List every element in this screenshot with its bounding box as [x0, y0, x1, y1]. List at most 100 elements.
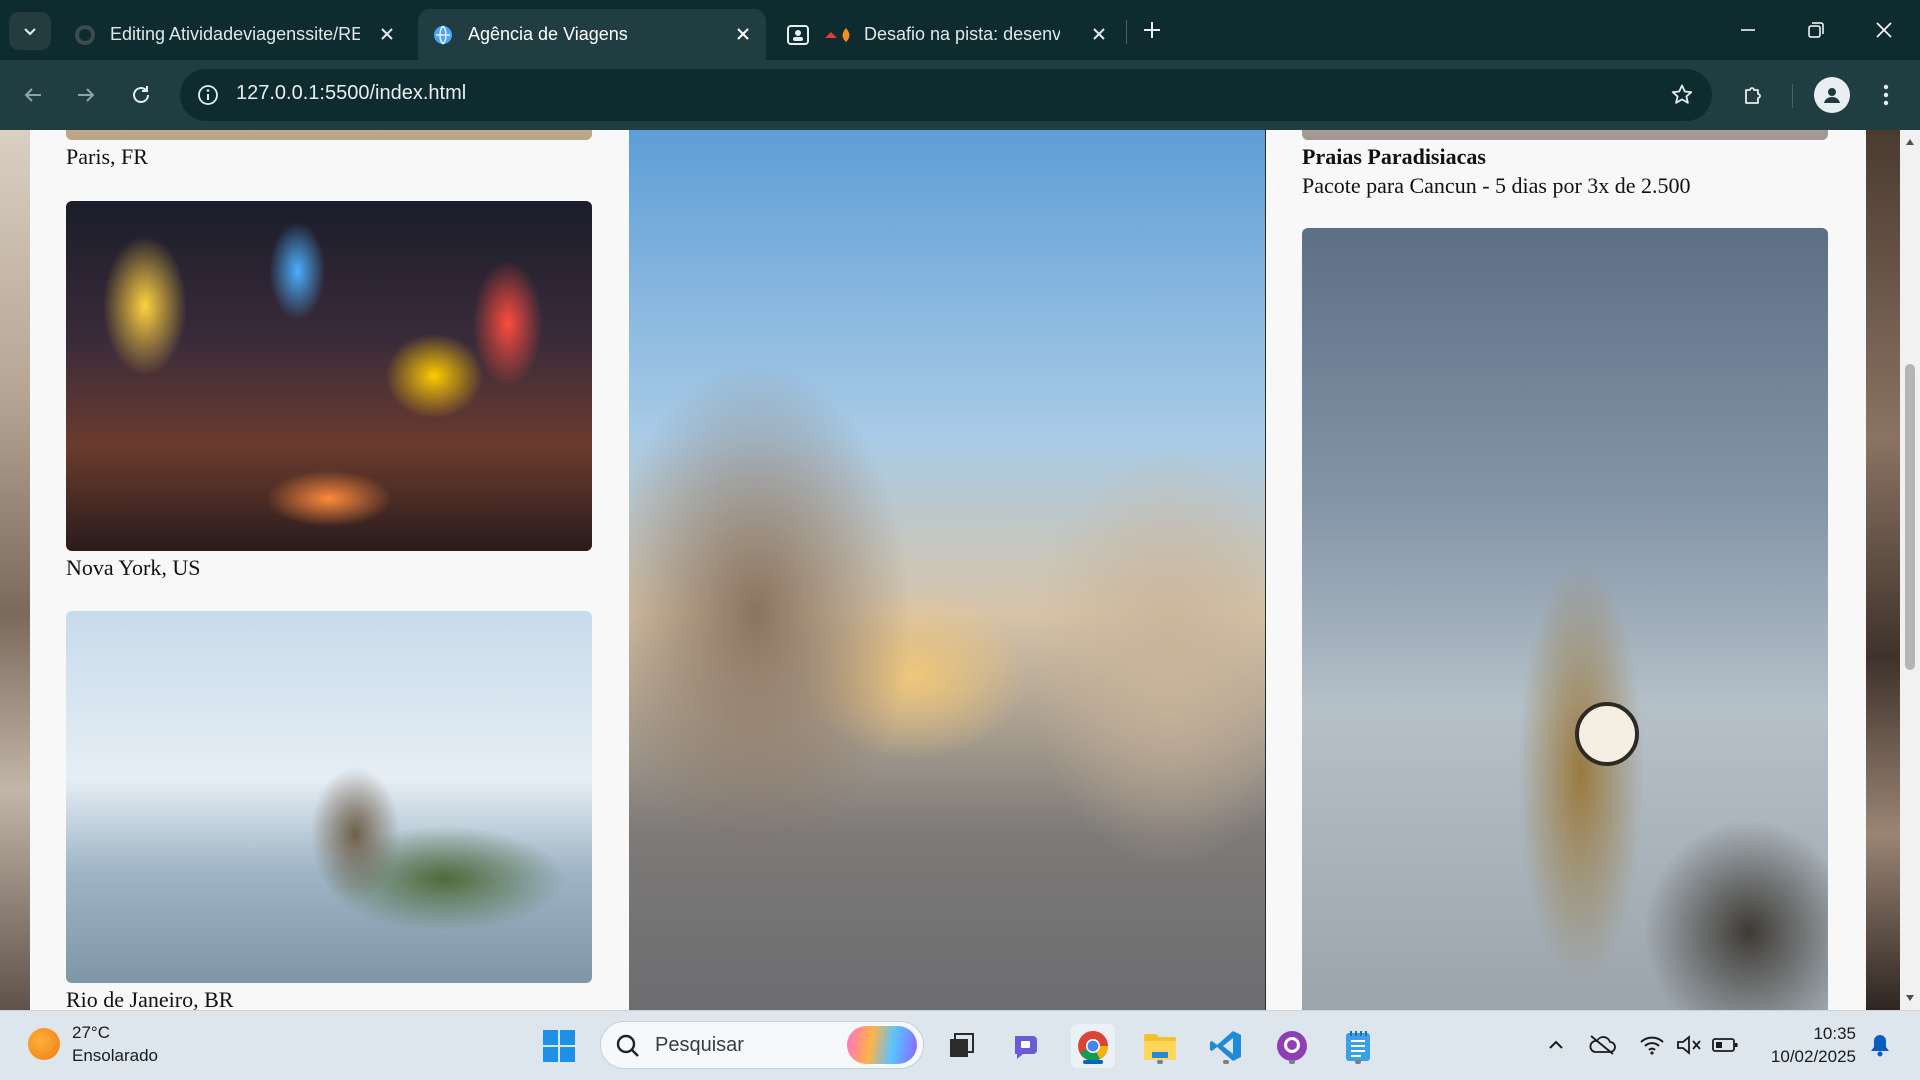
scroll-up-arrow-icon[interactable] — [1904, 136, 1916, 148]
show-hidden-icons-chevron-icon[interactable] — [1542, 1031, 1570, 1059]
browser-toolbar: 127.0.0.1:5500/index.html — [0, 60, 1920, 130]
close-icon[interactable] — [730, 21, 756, 47]
taskbar-search-box[interactable]: Pesquisar — [600, 1021, 924, 1069]
game-icon — [825, 27, 850, 42]
taskbar-search-placeholder: Pesquisar — [655, 1034, 744, 1056]
address-bar[interactable]: 127.0.0.1:5500/index.html — [180, 69, 1712, 121]
volume-muted-icon[interactable] — [1675, 1031, 1703, 1059]
big-ben-clock-face — [1575, 702, 1639, 766]
active-indicator — [1083, 1060, 1103, 1064]
weather-widget[interactable]: 27°C Ensolarado — [28, 1021, 158, 1067]
user-icon — [1824, 88, 1840, 103]
promo-text: Pacote para Cancun - 5 dias por 3x de 2.… — [1302, 173, 1691, 198]
minimize-button[interactable] — [1726, 8, 1770, 52]
background-image-left — [0, 130, 30, 1010]
running-indicator — [1223, 1060, 1229, 1064]
toolbar-separator — [1792, 84, 1793, 108]
nova-york-image[interactable] — [66, 201, 592, 551]
paris-image[interactable] — [66, 130, 592, 140]
kebab-menu-icon — [1883, 84, 1889, 106]
puzzle-icon — [1745, 87, 1761, 104]
close-icon[interactable] — [1086, 21, 1112, 47]
github-desktop-button[interactable] — [1270, 1024, 1314, 1068]
weather-temp: 27°C — [72, 1023, 110, 1042]
arrow-left-icon — [24, 88, 41, 102]
address-url[interactable]: 127.0.0.1:5500/index.html — [236, 82, 466, 105]
tab-title: Editing Atividadeviagenssite/RE — [110, 24, 360, 44]
battery-icon[interactable] — [1711, 1031, 1739, 1059]
folder-icon — [1144, 1034, 1176, 1060]
close-icon[interactable] — [374, 21, 400, 47]
destination-caption: Paris, FR — [66, 144, 148, 169]
sun-icon — [28, 1028, 60, 1060]
destination-caption: Rio de Janeiro, BR — [66, 987, 234, 1010]
search-icon — [616, 1034, 639, 1057]
restore-icon — [1808, 22, 1824, 38]
scroll-down-arrow-icon[interactable] — [1904, 992, 1916, 1004]
running-indicator — [1289, 1060, 1295, 1064]
site-info-icon[interactable] — [194, 81, 222, 109]
running-indicator — [1157, 1060, 1163, 1064]
tab-github[interactable]: Editing Atividadeviagenssite/RE — [60, 9, 410, 60]
tab-search-button[interactable] — [9, 12, 51, 50]
reload-button[interactable] — [122, 76, 160, 114]
new-tab-button[interactable] — [1136, 14, 1168, 46]
reload-icon — [133, 86, 149, 103]
chevron-down-icon — [24, 28, 36, 36]
destinations-column: Paris, FR Nova York, US Rio de Janeiro, … — [30, 130, 630, 1010]
minimize-icon — [1741, 29, 1755, 31]
profile-button[interactable] — [1814, 77, 1850, 113]
globe-icon — [434, 24, 452, 45]
extensions-button[interactable] — [1736, 77, 1772, 113]
vscode-icon — [1210, 1031, 1241, 1061]
big-ben-image[interactable] — [1302, 228, 1828, 1010]
task-view-button[interactable] — [939, 1024, 983, 1068]
browser-menu-button[interactable] — [1868, 77, 1904, 113]
clock-time: 10:35 — [1813, 1024, 1856, 1043]
file-explorer-button[interactable] — [1138, 1024, 1182, 1068]
plus-icon — [1144, 22, 1160, 38]
tab-separator — [1126, 20, 1127, 44]
back-button[interactable] — [14, 76, 52, 114]
notepad-button[interactable] — [1336, 1024, 1380, 1068]
notifications-bell-icon[interactable] — [1866, 1031, 1894, 1059]
restore-button[interactable] — [1794, 8, 1838, 52]
search-highlight-art — [847, 1026, 917, 1064]
start-button[interactable] — [537, 1024, 581, 1068]
background-image-right — [1866, 130, 1900, 1010]
tab-agencia-de-viagens[interactable]: Agência de Viagens — [418, 9, 766, 60]
windows-logo-icon — [543, 1030, 575, 1062]
weather-desc: Ensolarado — [72, 1046, 159, 1065]
forward-button[interactable] — [67, 76, 105, 114]
tab-title: Agência de Viagens — [468, 24, 628, 44]
running-indicator — [1355, 1060, 1361, 1064]
clock-date: 10/02/2025 — [1770, 1047, 1856, 1066]
close-window-button[interactable] — [1862, 8, 1906, 52]
promo-image-top[interactable] — [1302, 130, 1828, 140]
github-icon — [1277, 1031, 1307, 1061]
promo-column: Praias Paradisiacas Pacote para Cancun -… — [1266, 130, 1866, 1010]
tab-desafio-na-pista[interactable]: Desafio na pista: desenv — [772, 9, 1122, 60]
chat-icon — [1015, 1036, 1037, 1059]
taskbar-clock[interactable]: 10:35 10/02/2025 — [1752, 1022, 1856, 1068]
chrome-icon — [1078, 1031, 1108, 1061]
close-icon — [1876, 22, 1892, 38]
page-scrollbar[interactable] — [1900, 130, 1920, 1010]
tab-title: Desafio na pista: desenv — [864, 24, 1060, 44]
weather-text: 27°C Ensolarado — [72, 1021, 158, 1067]
onedrive-offline-icon[interactable] — [1588, 1031, 1616, 1059]
tab-group-icon — [787, 24, 809, 45]
rio-de-janeiro-image[interactable] — [66, 611, 592, 983]
chrome-taskbar-button[interactable] — [1071, 1024, 1115, 1068]
wifi-icon[interactable] — [1638, 1031, 1666, 1059]
scrollbar-thumb[interactable] — [1905, 364, 1915, 670]
promo-title: Praias Paradisiacas — [1302, 144, 1486, 169]
browser-tab-strip: Editing Atividadeviagenssite/RE Agência … — [0, 0, 1920, 60]
arrow-right-icon — [78, 88, 95, 102]
windows-taskbar: 27°C Ensolarado Pesquisar 10:35 10/02/20… — [0, 1010, 1920, 1080]
bookmark-star-icon[interactable] — [1668, 81, 1696, 109]
notepad-icon — [1346, 1031, 1370, 1061]
page-viewport: Paris, FR Nova York, US Rio de Janeiro, … — [0, 130, 1900, 1010]
vscode-button[interactable] — [1204, 1024, 1248, 1068]
teams-chat-button[interactable] — [1005, 1024, 1049, 1068]
